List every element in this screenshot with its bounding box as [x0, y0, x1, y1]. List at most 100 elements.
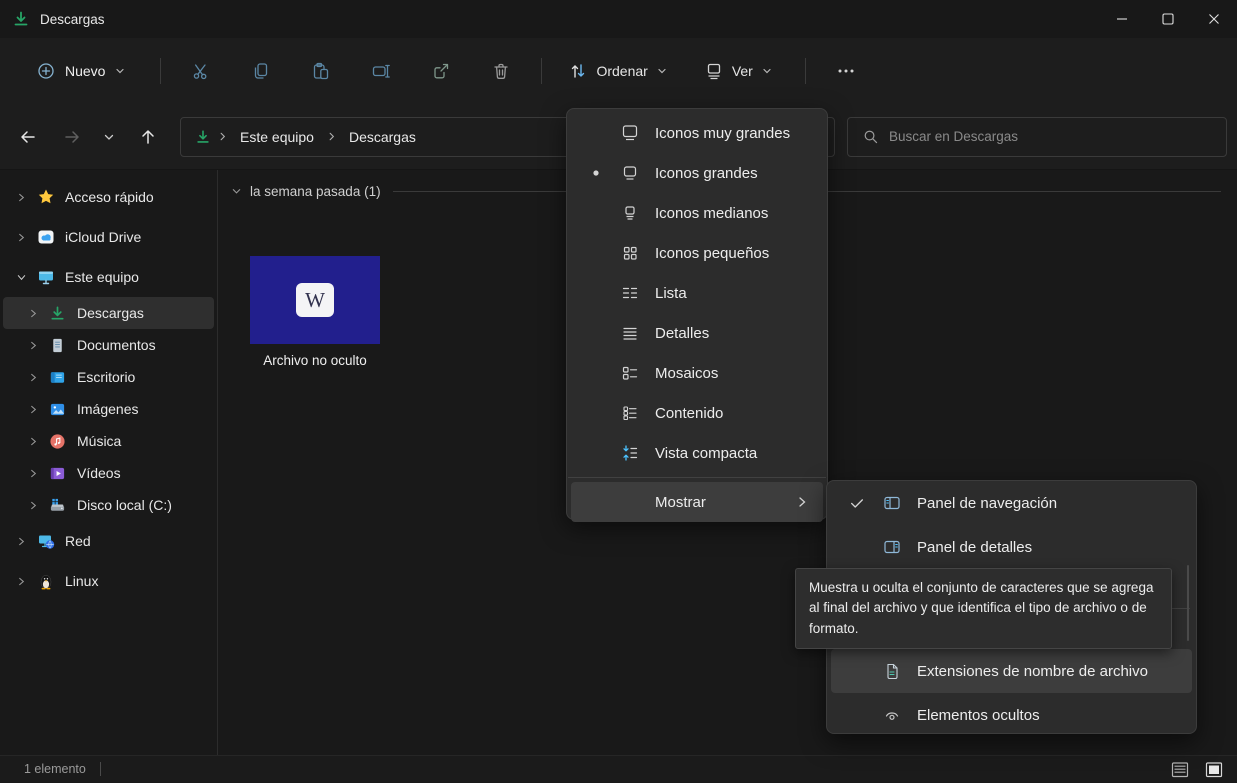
- submenu-item-label: Elementos ocultos: [917, 707, 1040, 724]
- paste-icon: [311, 61, 331, 81]
- cut-button[interactable]: [181, 51, 221, 91]
- chevron-right-icon[interactable]: [29, 437, 39, 446]
- chevron-right-icon[interactable]: [17, 193, 27, 202]
- thumbnail-view-toggle[interactable]: [1201, 759, 1227, 781]
- menu-item-label: Iconos muy grandes: [655, 125, 790, 142]
- sidebar-item-acceso-rapido[interactable]: Acceso rápido: [3, 177, 214, 217]
- sort-arrows-icon: [568, 61, 588, 81]
- submenu-item-elementos-ocultos[interactable]: Elementos ocultos: [831, 693, 1192, 737]
- forward-button[interactable]: [56, 121, 88, 153]
- sidebar-item-disco-local[interactable]: Disco local (C:): [3, 489, 214, 521]
- chevron-down-icon: [761, 65, 773, 77]
- menu-item-iconos-medianos[interactable]: Iconos medianos: [571, 193, 823, 233]
- search-input[interactable]: [889, 129, 1226, 144]
- rename-button[interactable]: [361, 51, 401, 91]
- menu-item-contenido[interactable]: Contenido: [571, 393, 823, 433]
- details-view-toggle[interactable]: [1167, 759, 1193, 781]
- breadcrumb-item-este-equipo[interactable]: Este equipo: [234, 126, 320, 148]
- search-box[interactable]: [847, 117, 1227, 157]
- pictures-icon: [49, 401, 67, 418]
- submenu-item-panel-de-navegacion[interactable]: Panel de navegación: [831, 481, 1192, 525]
- maximize-button[interactable]: [1145, 0, 1191, 38]
- minimize-button[interactable]: [1099, 0, 1145, 38]
- breadcrumb-item-descargas[interactable]: Descargas: [343, 126, 422, 148]
- trash-icon: [491, 61, 511, 81]
- menu-separator: [568, 477, 826, 478]
- chevron-right-icon[interactable]: [29, 405, 39, 414]
- close-icon: [1206, 11, 1222, 27]
- submenu-item-label: Panel de navegación: [917, 495, 1057, 512]
- new-button-label: Nuevo: [65, 63, 105, 79]
- sidebar-item-escritorio[interactable]: Escritorio: [3, 361, 214, 393]
- submenu-item-label: Panel de detalles: [917, 539, 1032, 556]
- more-options-button[interactable]: [826, 51, 866, 91]
- file-extension-icon: [883, 662, 901, 680]
- paste-button[interactable]: [301, 51, 341, 91]
- arrow-up-icon: [138, 127, 158, 147]
- scissors-icon: [191, 61, 211, 81]
- submenu-item-panel-de-detalles[interactable]: Panel de detalles: [831, 525, 1192, 569]
- menu-item-mosaicos[interactable]: Mosaicos: [571, 353, 823, 393]
- menu-item-iconos-pequenos[interactable]: Iconos pequeños: [571, 233, 823, 273]
- back-button[interactable]: [12, 121, 44, 153]
- sidebar-item-documentos[interactable]: Documentos: [3, 329, 214, 361]
- navigation-pane-icon: [883, 494, 901, 512]
- delete-button[interactable]: [481, 51, 521, 91]
- file-item[interactable]: W Archivo no oculto: [234, 240, 396, 368]
- sidebar-item-imagenes[interactable]: Imágenes: [3, 393, 214, 425]
- menu-item-label: Iconos pequeños: [655, 245, 769, 262]
- sidebar-item-icloud-drive[interactable]: iCloud Drive: [3, 217, 214, 257]
- close-button[interactable]: [1191, 0, 1237, 38]
- search-icon: [862, 128, 879, 145]
- sidebar-item-red[interactable]: Red: [3, 521, 214, 561]
- copy-button[interactable]: [241, 51, 281, 91]
- recent-locations-button[interactable]: [96, 121, 122, 153]
- menu-item-lista[interactable]: Lista: [571, 273, 823, 313]
- downloads-folder-icon: [12, 10, 30, 28]
- desktop-icon: [49, 369, 67, 386]
- status-bar: 1 elemento: [0, 755, 1237, 782]
- chevron-right-icon[interactable]: [17, 577, 27, 586]
- sidebar-item-label: Música: [77, 433, 121, 449]
- view-button[interactable]: Ver: [694, 53, 783, 89]
- chevron-right-icon[interactable]: [17, 233, 27, 242]
- ellipsis-icon: [836, 61, 856, 81]
- sort-button[interactable]: Ordenar: [558, 53, 677, 89]
- sidebar-item-label: Descargas: [77, 305, 144, 321]
- sidebar-item-linux[interactable]: Linux: [3, 561, 214, 601]
- chevron-right-icon[interactable]: [29, 373, 39, 382]
- view-menu: Iconos muy grandes Iconos grandes Iconos…: [566, 108, 828, 520]
- chevron-down-icon[interactable]: [17, 273, 27, 282]
- chevron-right-icon[interactable]: [29, 341, 39, 350]
- arrow-left-icon: [18, 127, 38, 147]
- submenu-item-extensiones-de-nombre-de-archivo[interactable]: Extensiones de nombre de archivo: [831, 649, 1192, 693]
- sidebar-item-descargas[interactable]: Descargas: [3, 297, 214, 329]
- sidebar-item-label: Red: [65, 533, 91, 549]
- sidebar-item-label: Linux: [65, 573, 98, 589]
- menu-item-iconos-muy-grandes[interactable]: Iconos muy grandes: [571, 113, 823, 153]
- file-thumbnail: W: [250, 256, 380, 344]
- sidebar-item-videos[interactable]: Vídeos: [3, 457, 214, 489]
- menu-item-detalles[interactable]: Detalles: [571, 313, 823, 353]
- cloud-icon: [37, 228, 55, 246]
- scrollbar[interactable]: [1187, 565, 1189, 641]
- menu-item-iconos-grandes[interactable]: Iconos grandes: [571, 153, 823, 193]
- menu-item-mostrar[interactable]: Mostrar: [571, 482, 823, 522]
- tooltip: Muestra u oculta el conjunto de caracter…: [795, 568, 1172, 649]
- up-button[interactable]: [132, 121, 164, 153]
- tiles-view-icon: [621, 364, 639, 382]
- sidebar-item-este-equipo[interactable]: Este equipo: [3, 257, 214, 297]
- chevron-down-icon[interactable]: [231, 186, 242, 197]
- download-icon: [49, 305, 67, 322]
- chevron-right-icon[interactable]: [29, 469, 39, 478]
- sidebar-item-label: Imágenes: [77, 401, 138, 417]
- details-pane-icon: [883, 538, 901, 556]
- chevron-right-icon[interactable]: [29, 309, 39, 318]
- share-button[interactable]: [421, 51, 461, 91]
- chevron-right-icon[interactable]: [17, 537, 27, 546]
- menu-item-vista-compacta[interactable]: Vista compacta: [571, 433, 823, 473]
- sidebar-item-musica[interactable]: Música: [3, 425, 214, 457]
- chevron-down-icon: [102, 130, 116, 144]
- chevron-right-icon[interactable]: [29, 501, 39, 510]
- new-button[interactable]: Nuevo: [24, 53, 138, 89]
